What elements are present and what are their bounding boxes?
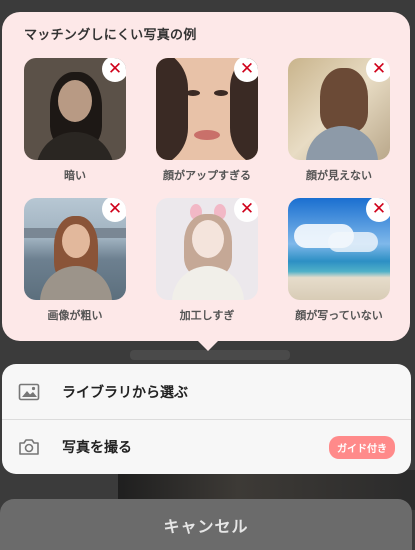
- close-icon: ✕: [234, 58, 258, 82]
- examples-grid: ✕ 暗い ✕ 顔がアップすぎる ✕ 顔が見えない ✕ 画像が粗い ✕ 加工しすぎ…: [24, 58, 392, 323]
- camera-icon: [19, 439, 39, 455]
- guide-badge: ガイド付き: [329, 436, 395, 459]
- example-caption: 暗い: [64, 169, 86, 182]
- take-photo-label: 写真を撮る: [62, 440, 132, 456]
- example-caption: 顔が見えない: [306, 169, 372, 182]
- example-face-too-close: ✕ 顔がアップすぎる: [156, 58, 258, 183]
- example-no-face: ✕ 顔が写っていない: [288, 198, 390, 323]
- popover-title: マッチングしにくい写真の例: [24, 28, 197, 43]
- choose-from-library-button[interactable]: ライブラリから選ぶ: [2, 364, 411, 419]
- example-photo-low-resolution: ✕: [24, 198, 126, 300]
- example-photo-dark: ✕: [24, 58, 126, 160]
- example-caption: 加工しすぎ: [179, 309, 235, 322]
- photo-source-action-sheet: ライブラリから選ぶ 写真を撮る ガイド付き: [2, 364, 411, 474]
- bad-photo-examples-popover: マッチングしにくい写真の例 ✕ 暗い ✕ 顔がアップすぎる ✕ 顔が見えない ✕…: [2, 12, 410, 351]
- image-icon: [18, 383, 40, 400]
- example-caption: 顔が写っていない: [295, 309, 383, 322]
- cancel-button[interactable]: キャンセル: [0, 499, 412, 550]
- example-caption: 顔がアップすぎる: [163, 169, 251, 182]
- example-over-edited: ✕ 加工しすぎ: [156, 198, 258, 323]
- example-photo-over-edited: ✕: [156, 198, 258, 300]
- background-blurred-text: [130, 350, 290, 360]
- example-face-not-visible: ✕ 顔が見えない: [288, 58, 390, 183]
- example-dark: ✕ 暗い: [24, 58, 126, 183]
- close-icon: ✕: [102, 58, 126, 82]
- close-icon: ✕: [366, 58, 390, 82]
- close-icon: ✕: [102, 198, 126, 222]
- close-icon: ✕: [234, 198, 258, 222]
- take-photo-button[interactable]: 写真を撮る ガイド付き: [2, 419, 411, 474]
- example-photo-face-not-visible: ✕: [288, 58, 390, 160]
- library-label: ライブラリから選ぶ: [62, 384, 188, 401]
- example-photo-no-face: ✕: [288, 198, 390, 300]
- close-icon: ✕: [366, 198, 390, 222]
- example-low-resolution: ✕ 画像が粗い: [24, 198, 126, 323]
- example-caption: 画像が粗い: [47, 309, 103, 322]
- example-photo-face-too-close: ✕: [156, 58, 258, 160]
